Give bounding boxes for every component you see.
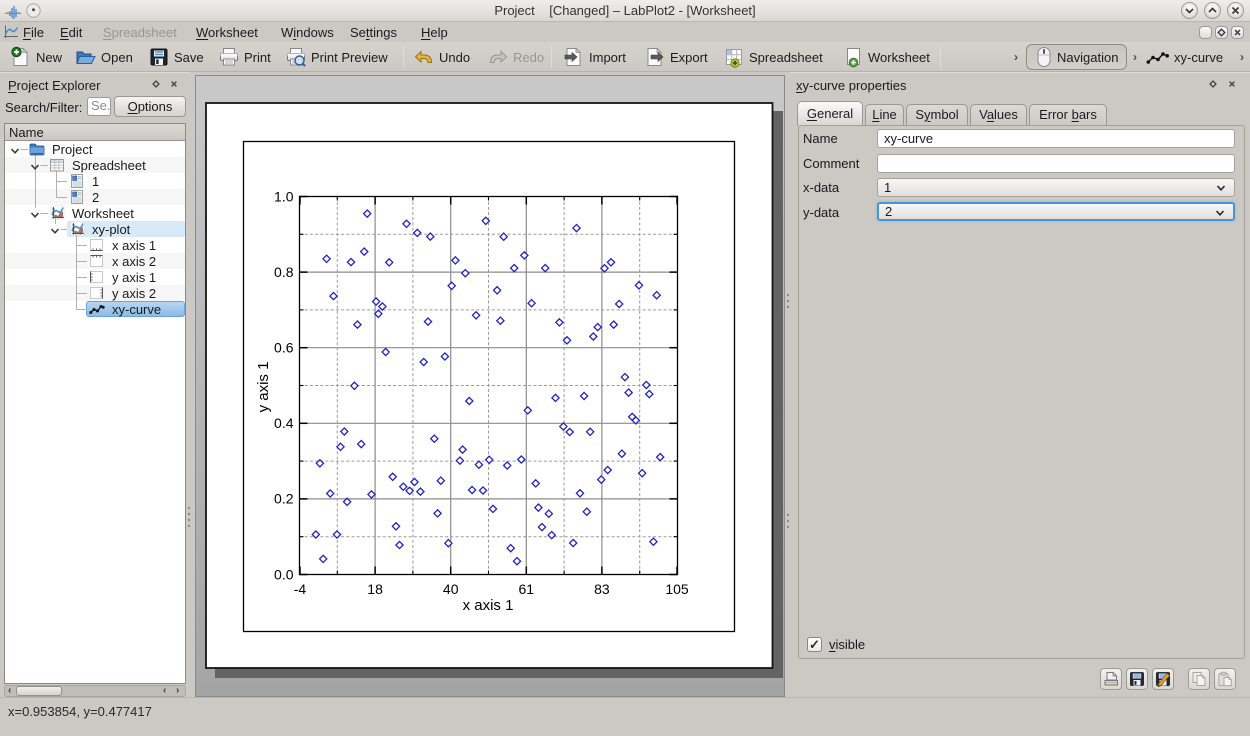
- svg-text:1.0: 1.0: [274, 188, 294, 204]
- svg-text:83: 83: [594, 581, 610, 597]
- svg-text:61: 61: [519, 581, 535, 597]
- svg-text:0.6: 0.6: [274, 340, 294, 356]
- svg-text:0.0: 0.0: [274, 566, 294, 582]
- svg-text:0.2: 0.2: [274, 491, 294, 507]
- svg-text:0.8: 0.8: [274, 264, 294, 280]
- svg-text:40: 40: [443, 581, 459, 597]
- svg-text:-4: -4: [294, 581, 307, 597]
- svg-text:18: 18: [367, 581, 383, 597]
- svg-text:0.4: 0.4: [274, 415, 294, 431]
- svg-text:y axis 1: y axis 1: [255, 362, 272, 413]
- svg-text:x axis 1: x axis 1: [463, 597, 514, 614]
- svg-text:105: 105: [665, 581, 689, 597]
